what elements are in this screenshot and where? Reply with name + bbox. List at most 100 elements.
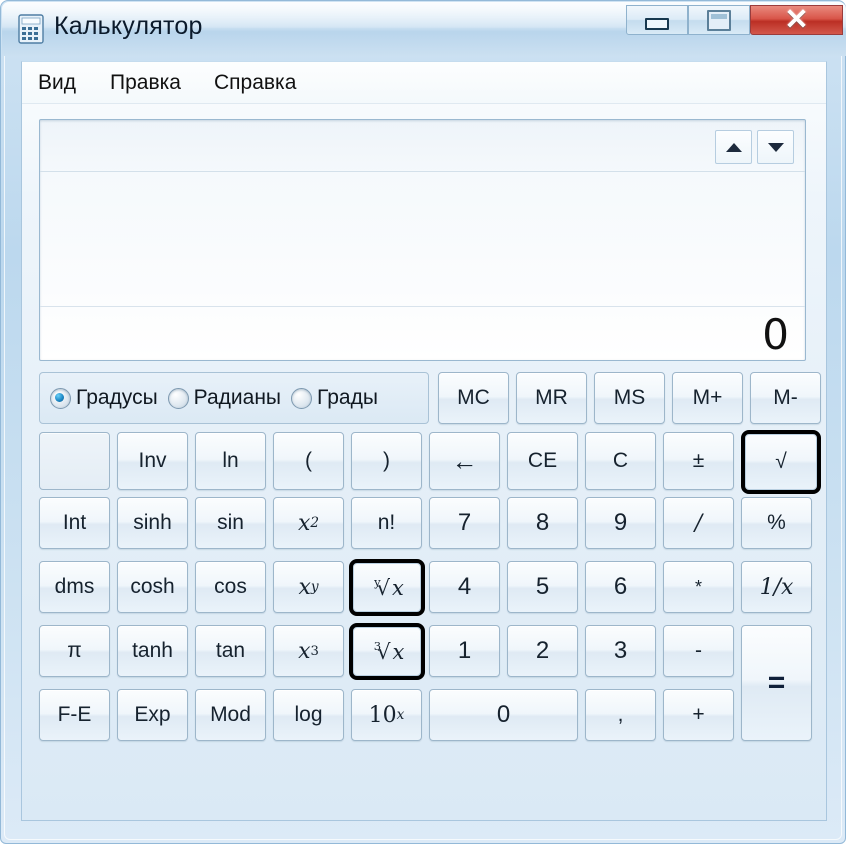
- memory-store-button[interactable]: MS: [594, 372, 665, 424]
- memory-subtract-button[interactable]: M-: [750, 372, 821, 424]
- minimize-icon: [627, 6, 687, 34]
- digit-6-button[interactable]: 6: [585, 561, 656, 613]
- calculator-window: Калькулятор ✕ Вид Правка Справка 0 Граду…: [0, 0, 846, 844]
- open-paren-button[interactable]: (: [273, 432, 344, 490]
- close-icon: ✕: [751, 3, 842, 36]
- ten-power-x-base: 10: [368, 702, 397, 728]
- digit-8-button[interactable]: 8: [507, 497, 578, 549]
- radio-radians-label: Радианы: [193, 386, 282, 409]
- digit-2-button[interactable]: 2: [507, 625, 578, 677]
- natural-log-button[interactable]: ln: [195, 432, 266, 490]
- equals-button[interactable]: =: [741, 625, 812, 741]
- dms-button[interactable]: dms: [39, 561, 110, 613]
- square-root-button[interactable]: √: [741, 430, 821, 494]
- memory-add-button[interactable]: M+: [672, 372, 743, 424]
- x-power-y-base: x: [298, 574, 311, 600]
- cosh-button[interactable]: cosh: [117, 561, 188, 613]
- radio-degrees-indicator: [50, 387, 71, 409]
- angle-mode-group: Градусы Радианы Грады: [39, 372, 429, 424]
- cube-root-glyph: 3 √ x: [373, 639, 405, 664]
- radio-grads-indicator: [291, 387, 313, 409]
- sinh-button[interactable]: sinh: [117, 497, 188, 549]
- digit-4-button[interactable]: 4: [429, 561, 500, 613]
- yth-root-glyph: y √ x: [374, 575, 404, 600]
- minimize-button[interactable]: [626, 5, 688, 35]
- backspace-button[interactable]: ←: [429, 432, 500, 490]
- ten-power-x-button[interactable]: 10 x: [351, 689, 422, 741]
- scroll-up-icon: [725, 142, 742, 152]
- x-cubed-base: x: [298, 638, 311, 664]
- tan-button[interactable]: tan: [195, 625, 266, 677]
- maximize-button[interactable]: [688, 5, 750, 35]
- modulo-button[interactable]: Mod: [195, 689, 266, 741]
- cube-root-button[interactable]: 3 √ x: [349, 623, 425, 680]
- scroll-up-button[interactable]: [715, 130, 752, 164]
- sign-toggle-button[interactable]: ±: [663, 432, 734, 490]
- pi-button[interactable]: π: [39, 625, 110, 677]
- title-bar[interactable]: Калькулятор ✕: [2, 2, 846, 56]
- digit-0-button[interactable]: 0: [429, 689, 578, 741]
- clear-button[interactable]: C: [585, 432, 656, 490]
- calculator-display: 0: [39, 119, 806, 361]
- radio-degrees[interactable]: Градусы: [50, 386, 158, 410]
- digit-9-button[interactable]: 9: [585, 497, 656, 549]
- digit-1-button[interactable]: 1: [429, 625, 500, 677]
- divide-button[interactable]: /: [663, 497, 734, 549]
- add-button[interactable]: +: [663, 689, 734, 741]
- radio-degrees-label: Градусы: [76, 386, 158, 409]
- ten-power-x-exponent: x: [396, 707, 405, 723]
- fe-toggle-button[interactable]: F-E: [39, 689, 110, 741]
- tanh-button[interactable]: tanh: [117, 625, 188, 677]
- close-x-glyph: ✕: [784, 3, 809, 36]
- exponent-button[interactable]: Exp: [117, 689, 188, 741]
- yth-root-button[interactable]: y √ x: [349, 559, 425, 616]
- calculation-history[interactable]: [40, 172, 805, 307]
- radio-grads-label: Грады: [317, 386, 378, 409]
- x-cubed-exponent: 3: [310, 643, 319, 659]
- x-cubed-button[interactable]: x3: [273, 625, 344, 677]
- menu-item-view[interactable]: Вид: [32, 69, 82, 97]
- x-squared-exponent: 2: [310, 515, 320, 531]
- calculator-icon: [18, 14, 44, 44]
- display-value: 0: [762, 310, 789, 359]
- close-button[interactable]: ✕: [750, 5, 843, 35]
- radio-grads[interactable]: Грады: [291, 386, 378, 410]
- subtract-button[interactable]: -: [663, 625, 734, 677]
- result-area: 0: [40, 306, 805, 360]
- x-squared-base: x: [297, 510, 311, 536]
- digit-5-button[interactable]: 5: [507, 561, 578, 613]
- cube-root-index: 3: [373, 639, 382, 654]
- reciprocal-button[interactable]: 1/x: [741, 561, 812, 613]
- yth-root-index: y: [374, 575, 381, 590]
- blank-button: [39, 432, 110, 490]
- percent-button[interactable]: %: [741, 497, 812, 549]
- scroll-down-button[interactable]: [757, 130, 794, 164]
- decimal-separator-button[interactable]: ,: [585, 689, 656, 741]
- radio-radians-indicator: [167, 387, 189, 409]
- memory-recall-button[interactable]: MR: [516, 372, 587, 424]
- display-toolbar: [40, 120, 805, 172]
- x-squared-button[interactable]: x2: [273, 497, 344, 549]
- menu-item-help[interactable]: Справка: [208, 69, 302, 97]
- menu-item-edit[interactable]: Правка: [104, 69, 187, 97]
- window-title: Калькулятор: [54, 12, 203, 40]
- clear-entry-button[interactable]: CE: [507, 432, 578, 490]
- client-area: Вид Правка Справка 0 Градусы Радианы Гра…: [21, 61, 827, 821]
- radio-radians[interactable]: Радианы: [167, 386, 282, 410]
- integer-part-button[interactable]: Int: [39, 497, 110, 549]
- digit-7-button[interactable]: 7: [429, 497, 500, 549]
- keypad: Градусы Радианы Грады MC MR MS M+ M- Inv: [39, 372, 821, 802]
- restore-icon: [689, 6, 749, 34]
- scroll-down-icon: [767, 142, 784, 152]
- x-power-y-button[interactable]: xy: [273, 561, 344, 613]
- memory-clear-button[interactable]: MC: [438, 372, 509, 424]
- factorial-button[interactable]: n!: [351, 497, 422, 549]
- x-power-y-exponent: y: [310, 579, 319, 595]
- cos-button[interactable]: cos: [195, 561, 266, 613]
- sin-button[interactable]: sin: [195, 497, 266, 549]
- multiply-button[interactable]: *: [663, 561, 734, 613]
- log-button[interactable]: log: [273, 689, 344, 741]
- close-paren-button[interactable]: ): [351, 432, 422, 490]
- inverse-button[interactable]: Inv: [117, 432, 188, 490]
- digit-3-button[interactable]: 3: [585, 625, 656, 677]
